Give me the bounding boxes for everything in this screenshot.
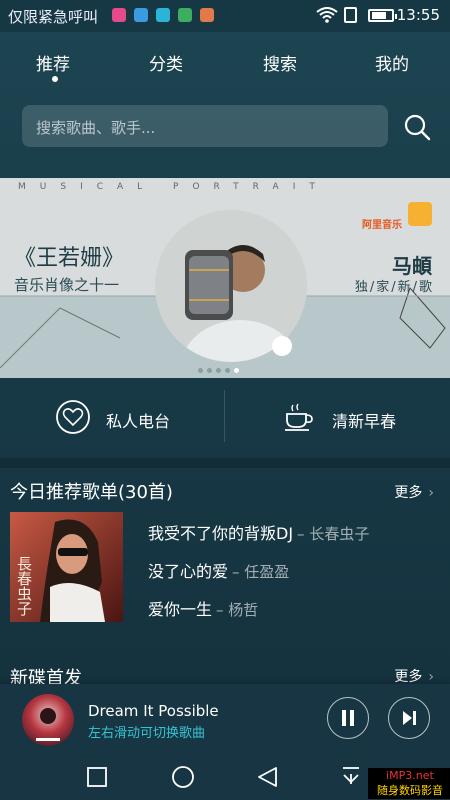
pager-dot [225,368,230,373]
next-track-button[interactable] [388,697,430,739]
banner-pager [196,358,241,377]
banner-title: 《王若姗》 [14,246,125,271]
clock: 13:55 [396,6,440,24]
private-radio-button[interactable]: 私人电台 [52,398,202,438]
more-label: 更多 [394,669,423,685]
home-icon[interactable] [172,766,194,788]
playlist-cover[interactable]: 長春虫子 [10,512,123,622]
pager-dot [207,368,212,373]
active-tab-indicator [52,76,58,82]
featured-banner[interactable]: MUSICAL PORTRAIT 《王若姗》 音乐肖像之十一 马頔 独/家/新/… [0,178,450,378]
gallery-app-icon [178,8,192,22]
sim-card-icon [344,7,357,23]
search-icon[interactable] [398,108,438,148]
music-app-icon [112,8,126,22]
song-artist: – 任盈盈 [232,563,290,581]
status-bar: 仅限紧急呼叫 13:55 [0,0,450,32]
song-title: 爱你一生 [148,600,213,619]
recommend-more-link[interactable]: 更多 › [394,482,434,502]
song-title: 我受不了你的背叛DJ [148,524,294,543]
ali-music-logo: 阿里音乐 [362,202,432,232]
banner-exclusive-tag: 独/家/新/歌 [354,280,434,295]
wifi-icon [316,7,338,23]
network-status-text: 仅限紧急呼叫 [8,8,99,26]
skip-next-icon [403,711,416,725]
battery-icon [368,9,397,22]
banner-subtitle: 音乐肖像之十一 [14,276,120,294]
chevron-right-icon: › [428,669,434,685]
banner-artist-name: 马頔 [392,254,432,278]
tab-recommend[interactable]: 推荐 [36,50,70,75]
quick-actions: 私人电台 清新早春 [0,378,450,458]
recent-apps-icon[interactable] [87,767,107,787]
tab-category[interactable]: 分类 [149,50,183,75]
tab-mine[interactable]: 我的 [375,50,409,75]
weibo-app-icon [200,8,214,22]
search-input[interactable]: 搜索歌曲、歌手... [22,105,388,147]
notes-app-icon [156,8,170,22]
partner-logo-icon [408,202,432,226]
song-title: 没了心的爱 [148,562,229,581]
logo-text: 阿里音乐 [362,220,402,231]
fresh-spring-button[interactable]: 清新早春 [282,398,432,438]
pause-button[interactable] [327,697,369,739]
watermark-line1: iMP3.net [386,769,434,782]
now-playing-title: Dream It Possible [88,702,219,720]
private-radio-label: 私人电台 [106,412,171,431]
pager-dot [216,368,221,373]
top-tab-bar: 推荐 分类 搜索 我的 [0,32,450,90]
messaging-app-icon [134,8,148,22]
coffee-cup-icon [285,403,313,431]
back-icon[interactable] [258,767,277,787]
pause-icon [342,710,354,726]
new-releases-more-link[interactable]: 更多 › [394,666,434,686]
playlist-cover-text: 長春虫子 [15,556,33,616]
watermark-line2: 随身数码影音 [377,784,443,797]
song-item[interactable]: 爱你一生 – 杨哲 [148,596,258,620]
song-artist: – 杨哲 [216,601,259,619]
chevron-right-icon: › [428,485,434,501]
section-divider [0,458,450,468]
now-playing-hint: 左右滑动可切换歌曲 [88,726,206,741]
more-label: 更多 [394,485,423,501]
notification-pull-icon[interactable] [343,767,359,784]
pager-dot-active [234,368,239,373]
banner-play-knob [272,336,292,356]
quick-actions-divider [224,390,225,442]
song-item[interactable]: 我受不了你的背叛DJ – 长春虫子 [148,520,369,544]
fresh-spring-label: 清新早春 [332,412,397,431]
imp3-watermark: iMP3.net 随身数码影音 [368,768,450,799]
recommend-section-title: 今日推荐歌单(30首) [10,482,173,503]
now-playing-cover [22,694,74,746]
mini-player[interactable]: Dream It Possible 左右滑动可切换歌曲 [0,684,450,754]
pager-dot [198,368,203,373]
search-placeholder: 搜索歌曲、歌手... [36,119,156,137]
song-artist: – 长春虫子 [297,525,370,543]
heart-icon [56,400,90,434]
tab-search[interactable]: 搜索 [263,50,297,75]
song-item[interactable]: 没了心的爱 – 任盈盈 [148,558,289,582]
banner-deco-text: MUSICAL PORTRAIT [18,182,329,192]
